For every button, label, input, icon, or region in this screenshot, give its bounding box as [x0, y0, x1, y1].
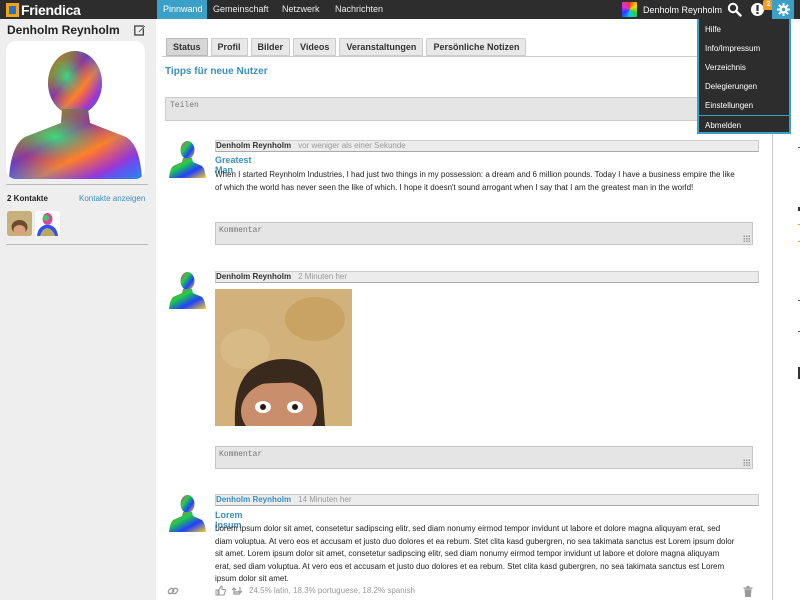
post-photo[interactable] — [215, 289, 352, 426]
tab-persoenliche-notizen[interactable]: Persönliche Notizen — [426, 38, 527, 56]
resize-grip-icon[interactable] — [743, 235, 750, 242]
menu-item-hilfe[interactable]: Hilfe — [699, 20, 789, 39]
contact-avatar[interactable] — [35, 211, 60, 236]
settings-dropdown: Hilfe Info/Impressum Verzeichnis Delegie… — [697, 19, 791, 134]
nav-nachrichten[interactable]: Nachrichten — [329, 0, 387, 19]
post-body: When I started Reynholm Industries, I ha… — [215, 170, 735, 192]
like-icon[interactable] — [215, 585, 226, 596]
resize-grip-icon[interactable] — [743, 459, 750, 466]
comment-input[interactable]: Kommentar — [215, 222, 753, 245]
comment-placeholder: Kommentar — [219, 450, 263, 459]
logo-icon — [6, 2, 19, 17]
user-name: Denholm Reynholm — [643, 4, 723, 15]
menu-item-info[interactable]: Info/Impressum — [699, 39, 789, 58]
tab-status[interactable]: Status — [166, 38, 208, 56]
contacts-link[interactable]: Kontakte anzeigen — [79, 194, 145, 203]
photo-face — [215, 289, 352, 426]
comment-input[interactable]: Kommentar — [215, 446, 753, 469]
logo-text: Friendica — [21, 1, 81, 18]
user-menu[interactable]: Denholm Reynholm — [622, 0, 722, 19]
tab-bilder[interactable]: Bilder — [250, 38, 291, 56]
menu-item-abmelden[interactable]: Abmelden — [699, 116, 789, 135]
nav-gemeinschaft[interactable]: Gemeinschaft — [207, 0, 276, 19]
nav-pinnwand[interactable]: Pinnwand — [157, 0, 207, 19]
contact-photo — [35, 211, 60, 236]
nav-netzwerk[interactable]: Netzwerk — [276, 0, 329, 19]
post-header: Denholm Reynholm 14 Minuten her — [215, 494, 759, 506]
post-header: Denholm Reynholm 2 Minuten her — [215, 271, 759, 283]
profile-tabs: Status Profil Bilder Videos Veranstaltun… — [166, 38, 527, 56]
share-icon[interactable] — [232, 585, 243, 596]
profile-sidebar: Denholm Reynholm 2 Kontakte Kontakte anz… — [0, 19, 156, 600]
post-author[interactable]: Denholm Reynholm — [216, 272, 291, 281]
menu-item-verzeichnis[interactable]: Verzeichnis — [699, 58, 789, 77]
sidebar-divider — [6, 184, 148, 185]
post-author-avatar[interactable] — [169, 494, 206, 532]
tab-divider — [162, 56, 772, 57]
tips-link[interactable]: Tipps für neue Nutzer — [165, 66, 268, 77]
profile-silhouette — [9, 51, 142, 179]
link-icon[interactable] — [167, 585, 179, 597]
settings-toggle[interactable] — [772, 0, 794, 19]
trash-icon[interactable] — [743, 586, 753, 597]
contact-avatar[interactable] — [7, 211, 32, 236]
menu-item-einstellungen[interactable]: Einstellungen — [699, 96, 789, 115]
post-body: Lorem ipsum dolor sit amet, consetetur s… — [215, 524, 735, 583]
contacts-count: 2 Kontakte — [7, 194, 48, 203]
post-time[interactable]: 14 Minuten her — [298, 495, 351, 504]
share-input[interactable]: Teilen — [165, 97, 774, 121]
post-author-avatar[interactable] — [169, 140, 206, 178]
user-avatar — [622, 2, 637, 17]
post-header: Denholm Reynholm vor weniger als einer Se… — [215, 140, 759, 152]
gear-icon — [776, 3, 790, 16]
post-time[interactable]: 2 Minuten her — [298, 272, 347, 281]
profile-name: Denholm Reynholm — [7, 23, 120, 37]
tab-veranstaltungen[interactable]: Veranstaltungen — [339, 38, 424, 56]
search-icon[interactable] — [727, 2, 742, 17]
menu-item-delegierungen[interactable]: Delegierungen — [699, 77, 789, 96]
top-bar: Friendica Pinnwand Gemeinschaft Netzwerk… — [0, 0, 800, 19]
tab-profil[interactable]: Profil — [210, 38, 248, 56]
edit-icon[interactable] — [134, 24, 146, 36]
main-content: Status Profil Bilder Videos Veranstaltun… — [157, 19, 774, 600]
sidebar-divider — [6, 244, 148, 245]
comment-placeholder: Kommentar — [219, 226, 263, 235]
post-author[interactable]: Denholm Reynholm — [216, 495, 291, 504]
language-info: 24.5% latin, 18.3% portuguese, 18.2% spa… — [249, 586, 415, 595]
post-actions: 24.5% latin, 18.3% portuguese, 18.2% spa… — [215, 585, 415, 596]
main-nav: Pinnwand Gemeinschaft Netzwerk Nachricht… — [157, 0, 387, 19]
post-time[interactable]: vor weniger als einer Sekunde — [298, 141, 406, 150]
post-author[interactable]: Denholm Reynholm — [216, 141, 291, 150]
post-author-avatar[interactable] — [169, 271, 206, 309]
friendica-logo[interactable]: Friendica — [6, 1, 81, 18]
contact-photo — [7, 211, 32, 236]
tab-videos[interactable]: Videos — [293, 38, 337, 56]
profile-picture[interactable] — [6, 41, 145, 179]
